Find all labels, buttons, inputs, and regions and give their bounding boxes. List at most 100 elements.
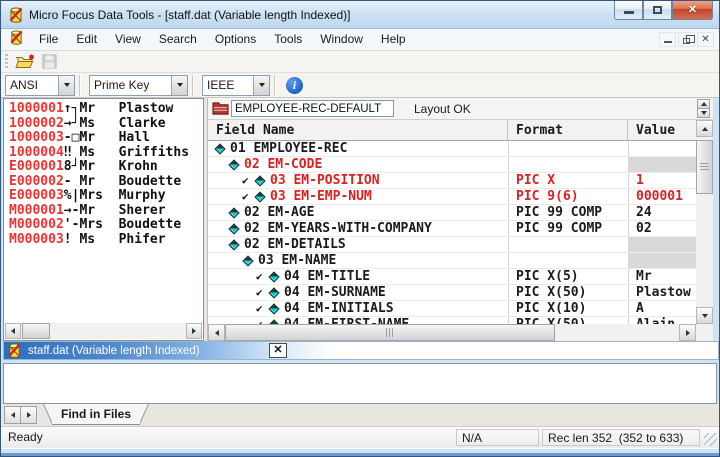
record-id: 1000003 (9, 130, 64, 145)
mdi-close-button[interactable]: ✕ (697, 32, 714, 47)
field-row[interactable]: ✔04 EM-SURNAMEPIC X(50)Plastow (208, 285, 696, 301)
record-row[interactable]: 1000002→┘Ms Clarke (9, 117, 202, 132)
menu-item-help[interactable]: Help (372, 29, 415, 50)
menu-item-edit[interactable]: Edit (67, 29, 106, 50)
field-row[interactable]: ✔04 EM-INITIALSPIC X(10)A (208, 301, 696, 317)
menu-item-window[interactable]: Window (311, 29, 372, 50)
toolbar-separator (192, 75, 194, 96)
field-row[interactable]: 02 EM-YEARS-WITH-COMPANYPIC 99 COMP02 (208, 221, 696, 237)
record-row[interactable]: M000001→-Mr Sherer (9, 204, 202, 219)
open-file-button[interactable] (13, 52, 37, 72)
field-row[interactable]: 01 EMPLOYEE-REC (208, 141, 696, 157)
field-name: 02 EM-AGE (244, 205, 314, 220)
float-format-combo[interactable]: IEEE (202, 75, 270, 96)
status-panel-reclen: Rec len 352 (352 to 633) (542, 429, 700, 446)
field-row[interactable]: 02 EM-DETAILS (208, 237, 696, 253)
window-frame-bottom (1, 448, 719, 456)
charset-combo[interactable]: ANSI (5, 75, 75, 96)
scroll-left-icon (215, 330, 219, 336)
field-format (508, 253, 628, 268)
field-value: Mr (628, 269, 696, 284)
key-combo-dropdown[interactable] (171, 76, 187, 95)
scroll-left-icon (11, 412, 15, 418)
close-button[interactable]: ✕ (672, 1, 713, 20)
field-row[interactable]: ✔04 EM-FIRST-NAMEPIC X(50)Alain (208, 317, 696, 324)
mdi-restore-icon (683, 38, 690, 44)
toolbar-grip[interactable] (5, 54, 8, 70)
close-icon: ✕ (673, 3, 712, 16)
field-row[interactable]: 03 EM-NAME (208, 253, 696, 269)
title-bar: Micro Focus Data Tools - [staff.dat (Var… (1, 1, 719, 29)
status-panel-na: N/A (456, 429, 539, 446)
record-row[interactable]: M000002'-Mrs Boudette (9, 218, 202, 233)
mdi-minimize-button[interactable] (659, 32, 676, 47)
tab-scroll-left-button[interactable] (4, 406, 21, 424)
status-message: Ready (8, 430, 43, 444)
float-format-combo-dropdown[interactable] (253, 76, 269, 95)
window-title: Micro Focus Data Tools - [staff.dat (Var… (29, 8, 351, 22)
document-caption-bar[interactable]: staff.dat (Variable length Indexed) ✕ (3, 341, 719, 360)
record-spinner-down[interactable] (697, 108, 710, 118)
document-close-button[interactable]: ✕ (269, 343, 287, 358)
mdi-system-menu-icon[interactable] (9, 30, 24, 50)
menu-item-tools[interactable]: Tools (265, 29, 311, 50)
record-id: M000003 (9, 232, 64, 247)
document-icon (7, 343, 22, 358)
field-row[interactable]: ✔03 EM-EMP-NUMPIC 9(6)000001 (208, 189, 696, 205)
scroll-left-button[interactable] (208, 324, 225, 341)
scroll-right-button[interactable] (679, 324, 696, 341)
resize-grip[interactable] (704, 433, 717, 446)
maximize-button[interactable] (643, 1, 672, 20)
output-pane (3, 363, 717, 404)
chevron-down-icon (259, 83, 265, 87)
save-button[interactable] (37, 52, 61, 72)
field-format: PIC 99 COMP (508, 205, 628, 220)
field-row[interactable]: 02 EM-CODE (208, 157, 696, 173)
record-row[interactable]: M000003! Ms Phifer (9, 233, 202, 248)
column-header-field-name[interactable]: Field Name (208, 120, 508, 140)
record-id: M000002 (9, 217, 64, 232)
key-combo[interactable]: Prime Key (89, 75, 188, 96)
record-row[interactable]: 1000004‼ Ms Griffiths (9, 146, 202, 161)
menu-item-file[interactable]: File (30, 29, 67, 50)
record-row[interactable]: 1000003-□Mr Hall (9, 131, 202, 146)
tab-find-in-files[interactable]: Find in Files (43, 404, 149, 425)
record-row[interactable]: E000003%|Mrs Murphy (9, 189, 202, 204)
tab-find-in-files-label: Find in Files (52, 404, 140, 425)
scroll-thumb[interactable] (225, 324, 555, 341)
info-button[interactable]: i (286, 77, 303, 94)
field-diamond-icon (254, 175, 265, 186)
scroll-down-button[interactable] (696, 307, 713, 324)
charset-combo-dropdown[interactable] (58, 76, 74, 95)
record-row[interactable]: 1000001↑┐Mr Plastow (9, 102, 202, 117)
menu-item-options[interactable]: Options (206, 29, 265, 50)
field-format: PIC X(5) (508, 269, 628, 284)
field-row[interactable]: ✔03 EM-POSITIONPIC X1 (208, 173, 696, 189)
column-header-value[interactable]: Value (628, 120, 696, 140)
scroll-thumb[interactable] (22, 323, 50, 339)
column-header-format[interactable]: Format (508, 120, 628, 140)
menu-item-view[interactable]: View (106, 29, 150, 50)
record-row[interactable]: E000002- Mr Boudette (9, 175, 202, 190)
scroll-left-button[interactable] (5, 323, 21, 339)
field-value: Alain (628, 317, 696, 324)
layout-status: Layout OK (414, 102, 471, 116)
record-row[interactable]: E0000018┘Mr Krohn (9, 160, 202, 175)
field-row[interactable]: ✔04 EM-TITLEPIC X(5)Mr (208, 269, 696, 285)
menu-bar: FileEditViewSearchOptionsToolsWindowHelp… (1, 29, 719, 51)
scroll-right-button[interactable] (186, 323, 202, 339)
field-value (628, 237, 696, 252)
field-diamond-icon (242, 255, 253, 266)
record-id: 1000001 (9, 101, 64, 116)
field-row[interactable]: 02 EM-AGEPIC 99 COMP24 (208, 205, 696, 221)
tab-scroll-right-button[interactable] (20, 406, 37, 424)
record-text: Ms Phifer (79, 232, 165, 247)
minimize-button[interactable] (614, 1, 643, 20)
info-icon: i (293, 78, 296, 93)
record-name-input[interactable] (231, 100, 394, 117)
scroll-thumb[interactable] (696, 140, 713, 194)
mdi-restore-button[interactable] (678, 32, 695, 47)
scroll-up-button[interactable] (696, 120, 713, 137)
menu-item-search[interactable]: Search (150, 29, 206, 50)
thumb-grip (700, 163, 709, 171)
